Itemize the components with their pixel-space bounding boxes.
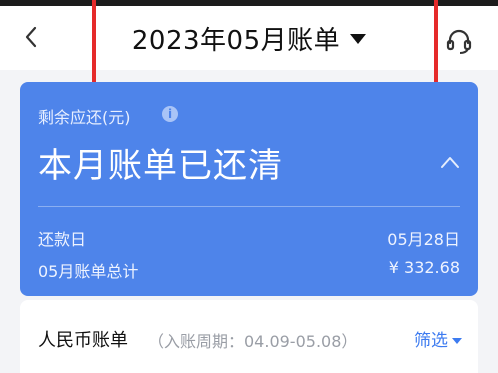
month-selector[interactable]: 2023年05月账单 [0, 20, 498, 57]
page-title[interactable]: 2023年05月账单 [132, 26, 340, 56]
info-icon[interactable]: i [162, 106, 178, 122]
filter-caret-icon[interactable] [452, 338, 462, 344]
remaining-due-label: 剩余应还(元) [38, 108, 131, 127]
customer-service-icon[interactable] [444, 26, 474, 56]
bill-total-value: ¥ 332.68 [388, 258, 460, 277]
bill-summary-card: 剩余应还(元) i 本月账单已还清 还款日 05月28日 05月账单总计 ¥ 3… [20, 82, 478, 296]
rmb-bill-title: 人民币账单 [38, 330, 128, 351]
due-date-value: 05月28日 [387, 230, 460, 249]
bill-status: 本月账单已还清 [38, 146, 283, 186]
caret-down-icon[interactable] [350, 33, 367, 44]
top-bar: 2023年05月账单 [0, 6, 498, 70]
bill-total-label: 05月账单总计 [38, 262, 139, 281]
chevron-up-icon[interactable] [440, 154, 460, 168]
divider [38, 206, 460, 207]
billing-period: （入账周期：04.09-05.08） [148, 332, 358, 351]
rmb-bill-section: 人民币账单 （入账周期：04.09-05.08） 筛选 [20, 300, 478, 373]
filter-button[interactable]: 筛选 [414, 326, 462, 351]
due-date-label: 还款日 [38, 230, 87, 249]
filter-label[interactable]: 筛选 [414, 331, 448, 351]
